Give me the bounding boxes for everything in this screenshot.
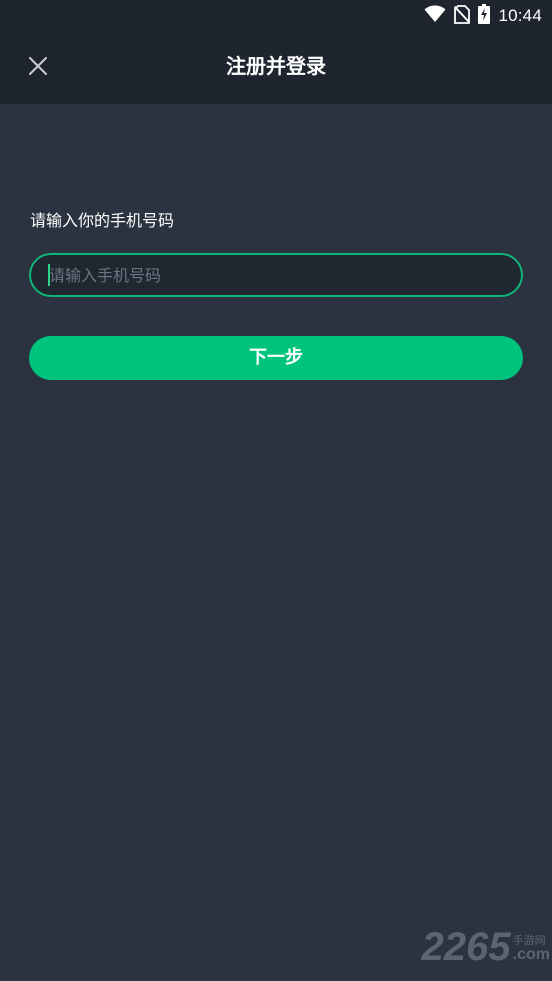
phone-input-container[interactable] — [29, 253, 523, 297]
status-icons: 10:44 — [424, 4, 542, 28]
watermark-side: 手游网 .com — [513, 934, 550, 963]
app-bar: 注册并登录 — [0, 32, 552, 104]
text-caret — [48, 264, 50, 286]
status-time: 10:44 — [498, 6, 542, 25]
phone-label: 请输入你的手机号码 — [30, 211, 175, 230]
phone-input[interactable] — [49, 255, 489, 295]
wifi-icon — [424, 5, 446, 27]
page-title: 注册并登录 — [226, 54, 326, 78]
watermark: 2265 手游网 .com — [422, 927, 550, 967]
next-button[interactable]: 下一步 — [29, 336, 523, 380]
watermark-domain: .com — [512, 946, 550, 963]
no-sim-icon — [454, 4, 471, 28]
watermark-number: 2265 — [421, 925, 511, 969]
battery-charging-icon — [478, 4, 491, 28]
close-icon — [29, 57, 47, 79]
close-button[interactable] — [22, 52, 54, 84]
status-bar: 10:44 — [0, 0, 552, 32]
